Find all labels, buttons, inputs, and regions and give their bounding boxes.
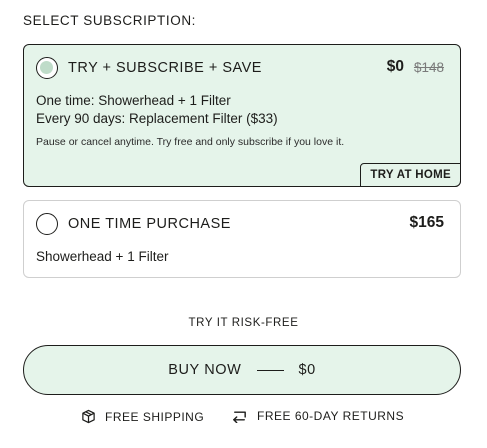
box-icon bbox=[82, 409, 95, 424]
radio-selected[interactable] bbox=[36, 57, 58, 79]
buy-now-button[interactable]: BUY NOW $0 bbox=[23, 345, 461, 395]
option-detail-recurring: Every 90 days: Replacement Filter ($33) bbox=[36, 111, 278, 126]
original-price: $148 bbox=[413, 60, 444, 75]
section-title: SELECT SUBSCRIPTION: bbox=[23, 13, 197, 28]
divider bbox=[257, 369, 285, 371]
buy-now-price: $0 bbox=[298, 362, 316, 378]
option-note: Pause or cancel anytime. Try free and on… bbox=[36, 136, 345, 148]
perk-shipping: FREE SHIPPING bbox=[81, 409, 204, 424]
subscription-selector: SELECT SUBSCRIPTION: TRY + SUBSCRIBE + S… bbox=[0, 0, 487, 448]
option-label: ONE TIME PURCHASE bbox=[68, 216, 231, 232]
radio-unselected[interactable] bbox=[36, 213, 58, 235]
buy-now-label: BUY NOW bbox=[168, 362, 242, 378]
return-arrow-icon bbox=[233, 411, 246, 423]
perk-returns: FREE 60-DAY RETURNS bbox=[231, 409, 404, 423]
radio-dot bbox=[40, 61, 53, 74]
risk-free-label: TRY IT RISK-FREE bbox=[188, 317, 299, 329]
option-price: $0 bbox=[386, 58, 404, 75]
option-detail-one-time: One time: Showerhead + 1 Filter bbox=[36, 93, 231, 108]
option-detail: Showerhead + 1 Filter bbox=[36, 249, 169, 264]
try-at-home-badge: TRY AT HOME bbox=[360, 163, 461, 187]
perk-shipping-label: FREE SHIPPING bbox=[105, 409, 205, 424]
option-label: TRY + SUBSCRIBE + SAVE bbox=[68, 60, 262, 76]
option-one-time[interactable]: ONE TIME PURCHASE $165 Showerhead + 1 Fi… bbox=[23, 200, 461, 278]
option-price: $165 bbox=[409, 214, 444, 231]
perk-returns-label: FREE 60-DAY RETURNS bbox=[257, 409, 405, 423]
option-subscribe[interactable]: TRY + SUBSCRIBE + SAVE $0 $148 One time:… bbox=[23, 44, 461, 187]
